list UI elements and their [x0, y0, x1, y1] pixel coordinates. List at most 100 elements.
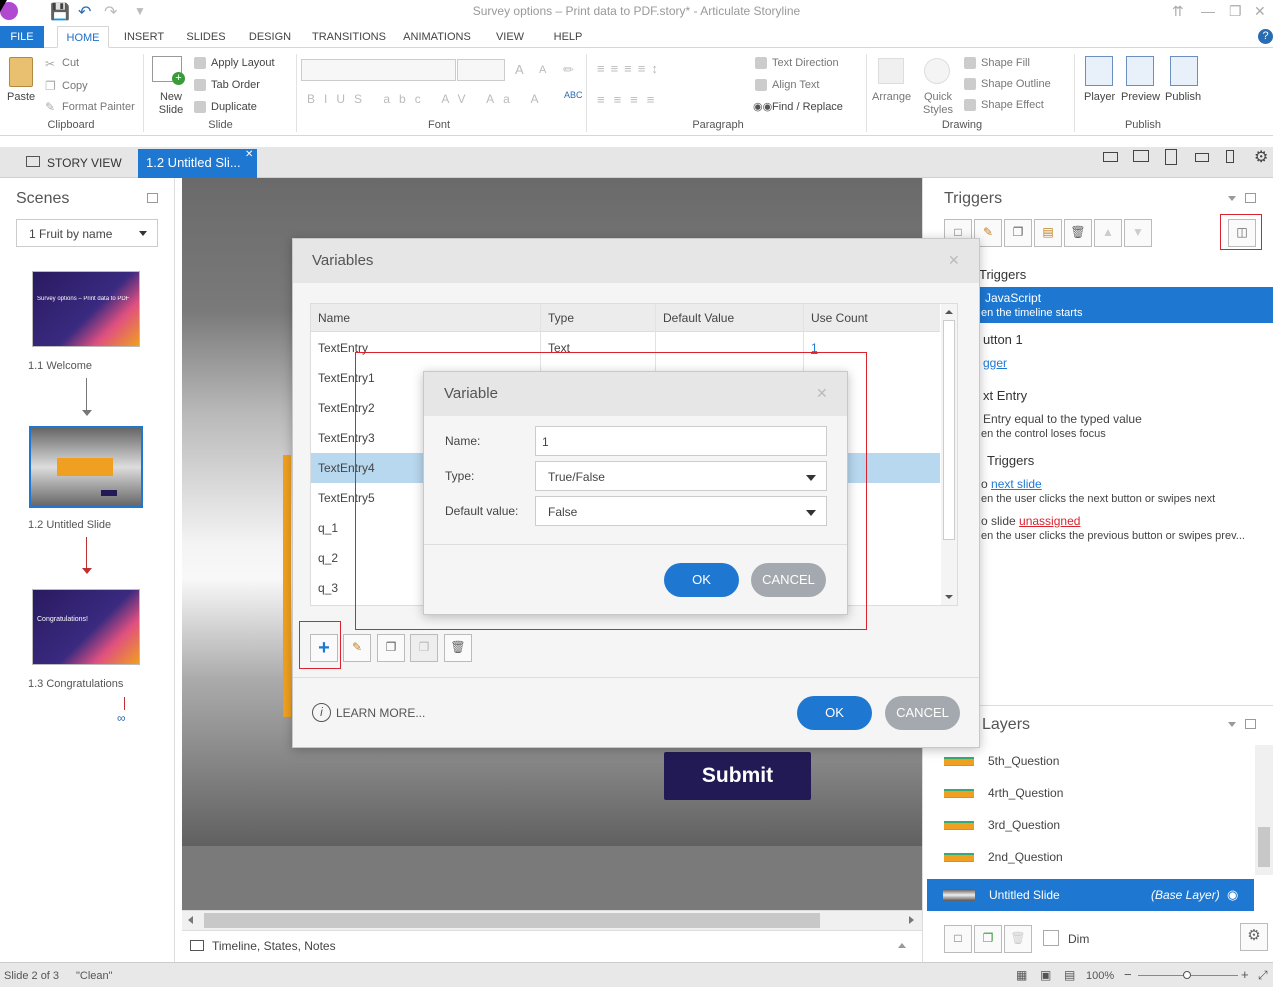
- paste-icon[interactable]: [9, 57, 33, 87]
- fit-window-icon[interactable]: ⤢: [1258, 968, 1268, 983]
- duplicate-button[interactable]: Duplicate: [211, 101, 257, 113]
- type-select[interactable]: True/False: [535, 461, 827, 491]
- tab-help[interactable]: HELP: [546, 26, 590, 48]
- tab-slides[interactable]: SLIDES: [180, 26, 232, 48]
- tab-home[interactable]: HOME: [57, 26, 109, 48]
- publish-button[interactable]: Publish: [1165, 91, 1201, 103]
- font-family-select[interactable]: [301, 59, 456, 81]
- slide-thumb-congratulations[interactable]: Congratulations!: [32, 589, 140, 665]
- variables-close-icon[interactable]: ✕: [948, 252, 960, 269]
- text-direction-button[interactable]: Text Direction: [772, 57, 839, 69]
- delete-variable-button[interactable]: 🗑: [444, 634, 472, 662]
- align-text-button[interactable]: Align Text: [772, 79, 820, 91]
- tab-animations[interactable]: ANIMATIONS: [398, 26, 476, 48]
- copy-trigger-button[interactable]: ❐: [1004, 219, 1032, 247]
- timeline-expand-icon[interactable]: [898, 943, 906, 948]
- player-button[interactable]: Player: [1084, 91, 1115, 103]
- variables-cancel-button[interactable]: CANCEL: [885, 696, 960, 730]
- paste-button[interactable]: Paste: [7, 91, 35, 103]
- variable-close-icon[interactable]: ✕: [816, 385, 828, 402]
- variable-ok-button[interactable]: OK: [664, 563, 739, 597]
- close-icon[interactable]: ✕: [1254, 3, 1266, 20]
- name-field[interactable]: 1: [535, 426, 827, 456]
- col-name[interactable]: Name: [318, 311, 350, 325]
- eye-icon[interactable]: ◉: [1227, 879, 1238, 911]
- layer-settings-button[interactable]: ⚙: [1240, 923, 1268, 951]
- submit-button[interactable]: Submit: [664, 752, 811, 800]
- tab-design[interactable]: DESIGN: [244, 26, 296, 48]
- scroll-down-icon[interactable]: [945, 595, 953, 599]
- slide-thumb-untitled[interactable]: [29, 426, 143, 508]
- preview-view-icon[interactable]: ▤: [1064, 968, 1075, 982]
- panel-float-icon[interactable]: [147, 193, 158, 203]
- desktop-view-icon[interactable]: [1103, 152, 1118, 162]
- timeline-bar[interactable]: Timeline, States, Notes: [182, 930, 922, 962]
- triggers-float-icon[interactable]: [1245, 193, 1256, 203]
- restore-icon[interactable]: ❐: [1229, 3, 1242, 20]
- slide-thumb-welcome[interactable]: Survey options – Print data to PDF: [32, 271, 140, 347]
- col-use-count[interactable]: Use Count: [811, 311, 868, 325]
- layers-scroll-thumb[interactable]: [1258, 827, 1270, 867]
- variables-scroll-thumb[interactable]: [943, 320, 955, 540]
- new-slide-button[interactable]: New Slide: [154, 91, 188, 117]
- tab-insert[interactable]: INSERT: [118, 26, 170, 48]
- grid-view-icon[interactable]: ▦: [1016, 968, 1027, 982]
- tab-order-button[interactable]: Tab Order: [211, 79, 260, 91]
- font-shrink-icon[interactable]: A: [539, 64, 546, 76]
- copy-variable-button[interactable]: ❐: [377, 634, 405, 662]
- delete-trigger-button[interactable]: 🗑: [1064, 219, 1092, 247]
- base-layer-row[interactable]: Untitled Slide (Base Layer) ◉: [927, 879, 1254, 911]
- help-icon[interactable]: ?: [1258, 29, 1273, 44]
- find-replace-button[interactable]: Find / Replace: [772, 101, 843, 113]
- ribbon-minimize-icon[interactable]: ⇈: [1172, 3, 1184, 20]
- align-icons[interactable]: ≡≡≡≡: [597, 92, 663, 107]
- spell-check-icon[interactable]: ABC: [564, 90, 583, 100]
- layer-item[interactable]: 4rth_Question: [928, 777, 1254, 809]
- quick-styles-button[interactable]: Quick Styles: [920, 91, 956, 117]
- trigger-text-entry-action[interactable]: Entry equal to the typed value: [983, 412, 1142, 426]
- phone-landscape-icon[interactable]: [1195, 153, 1209, 162]
- list-icons[interactable]: ≡≡≡≡↕: [597, 61, 664, 76]
- font-style-icons[interactable]: BIUS abc AV Aa A: [307, 92, 548, 106]
- horizontal-scrollbar[interactable]: [182, 910, 922, 930]
- tablet-landscape-icon[interactable]: [1133, 150, 1149, 162]
- layer-item[interactable]: 3rd_Question: [928, 809, 1254, 841]
- scroll-left-icon[interactable]: [188, 916, 193, 924]
- shape-effect-button[interactable]: Shape Effect: [981, 99, 1044, 111]
- tablet-portrait-icon[interactable]: [1165, 149, 1177, 165]
- zoom-in-icon[interactable]: +: [1241, 967, 1249, 982]
- trigger-next-action[interactable]: o next slide: [981, 477, 1042, 491]
- arrange-button[interactable]: Arrange: [872, 91, 911, 103]
- font-grow-icon[interactable]: A: [515, 62, 524, 77]
- paste-trigger-button[interactable]: ▤: [1034, 219, 1062, 247]
- phone-portrait-icon[interactable]: [1226, 150, 1234, 163]
- cut-button[interactable]: Cut: [62, 57, 79, 69]
- duplicate-layer-button[interactable]: ❐: [974, 925, 1002, 953]
- delete-layer-button[interactable]: 🗑: [1004, 925, 1032, 953]
- clear-format-icon[interactable]: ✏: [563, 62, 574, 78]
- trigger-prev-action[interactable]: o slide unassigned: [981, 514, 1080, 528]
- paste-variable-button[interactable]: ❐: [410, 634, 438, 662]
- next-slide-link[interactable]: next slide: [991, 477, 1042, 491]
- minimize-icon[interactable]: —: [1201, 3, 1215, 19]
- triggers-collapse-icon[interactable]: [1228, 196, 1236, 201]
- copy-button[interactable]: Copy: [62, 80, 88, 92]
- edit-variable-button[interactable]: ✎: [343, 634, 371, 662]
- layers-float-icon[interactable]: [1245, 719, 1256, 729]
- zoom-slider-thumb[interactable]: [1183, 971, 1191, 979]
- preview-button[interactable]: Preview: [1121, 91, 1160, 103]
- scroll-right-icon[interactable]: [909, 916, 914, 924]
- layer-item[interactable]: 2nd_Question: [928, 841, 1254, 873]
- variables-ok-button[interactable]: OK: [797, 696, 872, 730]
- unassigned-link[interactable]: unassigned: [1019, 514, 1080, 528]
- apply-layout-button[interactable]: Apply Layout: [211, 57, 275, 69]
- variables-scrollbar[interactable]: [941, 304, 957, 605]
- scroll-up-icon[interactable]: [945, 310, 953, 314]
- col-type[interactable]: Type: [548, 311, 574, 325]
- shape-outline-button[interactable]: Shape Outline: [981, 78, 1051, 90]
- dim-checkbox[interactable]: [1043, 930, 1059, 946]
- format-painter-button[interactable]: Format Painter: [62, 101, 135, 113]
- layers-collapse-icon[interactable]: [1228, 722, 1236, 727]
- default-value-select[interactable]: False: [535, 496, 827, 526]
- new-layer-button[interactable]: □: [944, 925, 972, 953]
